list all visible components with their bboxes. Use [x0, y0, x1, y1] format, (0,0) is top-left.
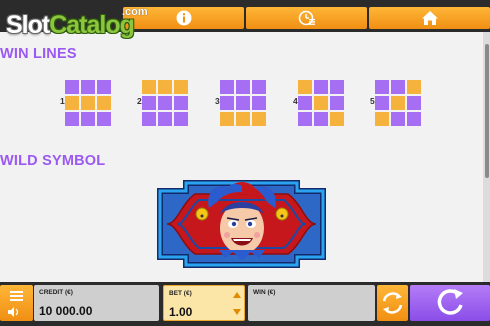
bet-value: 1.00	[169, 305, 193, 319]
menu-button[interactable]	[0, 285, 33, 321]
win-line-grid	[142, 80, 188, 126]
win-line-cell-active	[81, 96, 95, 110]
win-line-cell	[407, 112, 421, 126]
autoplay-button[interactable]	[377, 285, 408, 321]
win-line-cell-active	[407, 80, 421, 94]
win-line-cell	[158, 112, 172, 126]
bet-label: BET (€)	[169, 290, 192, 297]
win-line-cell	[158, 96, 172, 110]
win-line-cell	[81, 112, 95, 126]
hamburger-icon	[8, 291, 23, 317]
win-line-grid	[220, 80, 266, 126]
credit-display: CREDIT (€) 10 000.00	[34, 285, 159, 321]
win-line-cell-active	[158, 80, 172, 94]
win-line-grid	[65, 80, 111, 126]
slotcatalog-watermark-logo: SlotCatalog .com	[2, 2, 152, 40]
win-line-cell	[407, 96, 421, 110]
watermark-tld: .com	[122, 6, 148, 18]
win-line-cell	[314, 112, 328, 126]
credit-label: CREDIT (€)	[39, 289, 73, 296]
win-line-cell	[298, 96, 312, 110]
bet-increase-icon[interactable]	[233, 292, 241, 298]
win-line-cell-active	[298, 80, 312, 94]
win-line-cell	[375, 80, 389, 94]
win-label: WIN (€)	[253, 289, 276, 296]
win-line-cell	[314, 80, 328, 94]
win-lines-title: WIN LINES	[0, 46, 77, 62]
autoplay-icon	[382, 292, 403, 314]
win-line-cell-active	[236, 112, 250, 126]
watermark-brand: SlotCatalog	[6, 11, 135, 39]
win-line-cell	[330, 80, 344, 94]
win-line-cell	[220, 96, 234, 110]
history-tab[interactable]	[246, 7, 367, 29]
win-line-cell-active	[330, 112, 344, 126]
win-line-cell	[220, 80, 234, 94]
bet-selector[interactable]: BET (€) 1.00	[163, 285, 245, 321]
win-line-cell	[142, 112, 156, 126]
win-line-cell-active	[174, 80, 188, 94]
home-icon	[421, 11, 438, 25]
win-line-cell	[65, 80, 79, 94]
win-line-cell	[174, 96, 188, 110]
win-line-cell	[375, 96, 389, 110]
scrollbar-thumb[interactable]	[485, 44, 489, 178]
win-line-cell	[252, 96, 266, 110]
win-line-cell	[81, 80, 95, 94]
jester-wild-icon	[155, 178, 328, 270]
win-line-cell-active	[65, 96, 79, 110]
win-line-cell	[97, 80, 111, 94]
win-line-cell	[330, 96, 344, 110]
win-line-grid	[298, 80, 344, 126]
spin-button[interactable]	[410, 285, 490, 321]
win-line-cell-active	[391, 96, 405, 110]
win-line-cell	[236, 96, 250, 110]
spin-icon	[437, 289, 463, 315]
home-tab[interactable]	[369, 7, 490, 29]
win-line-cell-active	[220, 112, 234, 126]
win-line-cell	[298, 112, 312, 126]
win-line-cell-active	[375, 112, 389, 126]
win-line-cell	[391, 80, 405, 94]
win-line-grid	[375, 80, 421, 126]
win-line-cell	[97, 112, 111, 126]
win-line-cell-active	[142, 80, 156, 94]
win-line-cell	[142, 96, 156, 110]
history-icon	[298, 10, 315, 26]
win-line-cell	[391, 112, 405, 126]
win-line-cell-active	[314, 96, 328, 110]
info-icon	[176, 10, 191, 26]
win-line-cell	[236, 80, 250, 94]
win-line-cell	[252, 80, 266, 94]
credit-value: 10 000.00	[39, 304, 93, 318]
win-line-cell	[174, 112, 188, 126]
win-display: WIN (€)	[248, 285, 375, 321]
bet-decrease-icon[interactable]	[233, 309, 241, 315]
wild-symbol-title: WILD SYMBOL	[0, 153, 106, 169]
win-line-cell-active	[252, 112, 266, 126]
win-line-cell-active	[97, 96, 111, 110]
win-line-cell	[65, 112, 79, 126]
